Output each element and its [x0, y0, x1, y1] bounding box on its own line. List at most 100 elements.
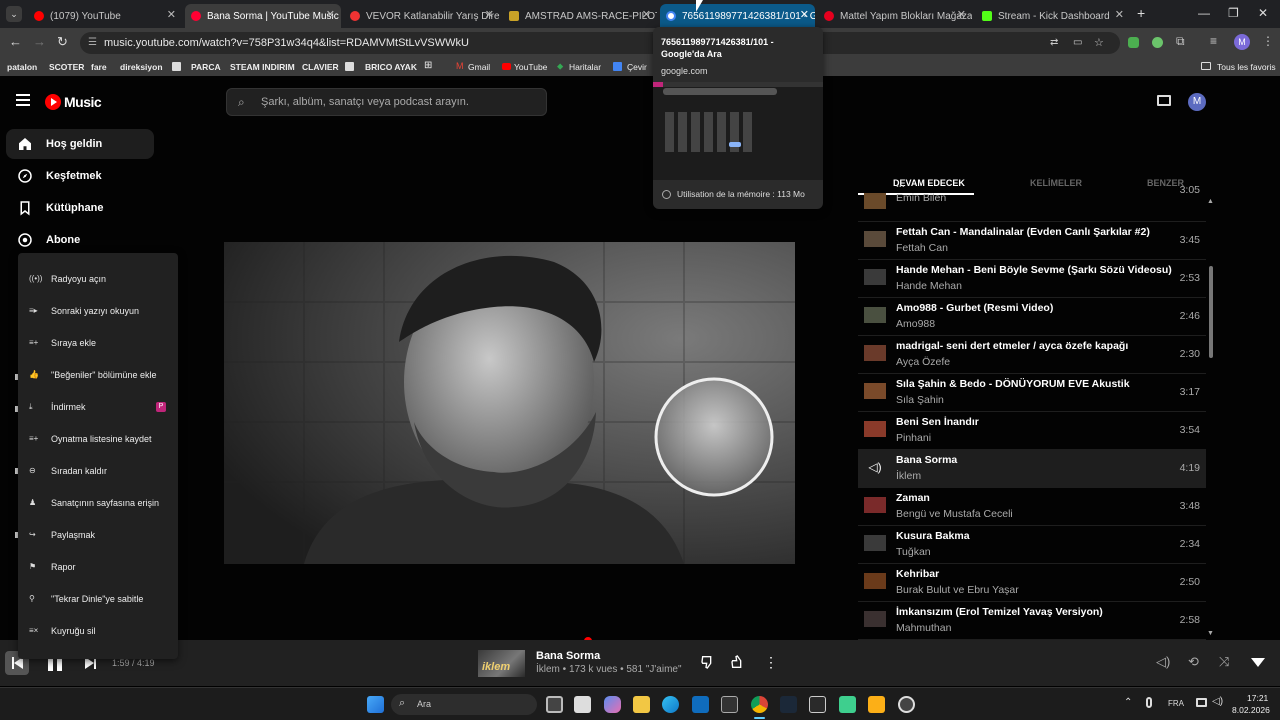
- game-launcher-icon[interactable]: [839, 696, 856, 713]
- queue-item[interactable]: Kusura Bakma Tuğkan 2:34: [858, 526, 1206, 564]
- forward-arrow-icon[interactable]: →: [33, 34, 46, 49]
- close-icon[interactable]: ✕: [485, 8, 494, 21]
- chrome-icon[interactable]: [751, 696, 768, 713]
- nav-item-home[interactable]: Hoş geldin: [6, 129, 154, 159]
- account-avatar[interactable]: M: [1188, 93, 1206, 111]
- browser-tab[interactable]: Stream - Kick Dashboard ✕: [976, 4, 1130, 28]
- dislike-button[interactable]: [700, 654, 716, 675]
- queue-item[interactable]: Amo988 - Gurbet (Resmi Video) Amo988 2:46: [858, 298, 1206, 336]
- bookmark-item[interactable]: direksiyon: [120, 62, 163, 72]
- bookmark-item[interactable]: Çevir: [627, 62, 647, 72]
- more-options-icon[interactable]: ⋮: [764, 654, 778, 671]
- outlook-icon[interactable]: [692, 696, 709, 713]
- menu-item[interactable]: ≡▸ Sonraki yazıyı okuyun: [18, 295, 178, 327]
- close-icon[interactable]: ✕: [326, 8, 335, 21]
- queue-scrollbar[interactable]: [1209, 266, 1213, 358]
- queue-item[interactable]: İmkansızım (Erol Temizel Yavaş Versiyon)…: [858, 602, 1206, 640]
- task-view-icon[interactable]: [546, 696, 563, 713]
- menu-item[interactable]: ((•)) Radyoyu açın: [18, 263, 178, 295]
- menu-item[interactable]: ♟ Sanatçının sayfasına erişin: [18, 487, 178, 519]
- browser-tab[interactable]: AMSTRAD AMS-RACE-PILOT Ü ✕: [503, 4, 657, 28]
- speaker-icon[interactable]: ◁): [1212, 696, 1223, 707]
- restore-icon[interactable]: ❐: [1228, 6, 1239, 20]
- all-bookmarks-link[interactable]: Tous les favoris: [1217, 62, 1276, 72]
- bookmark-item[interactable]: YouTube: [514, 62, 547, 72]
- queue-item[interactable]: Hande Mehan - Beni Böyle Sevme (Şarkı Sö…: [858, 260, 1206, 298]
- queue-item-now-playing[interactable]: ◁) Bana Sorma İklem 4:19: [858, 450, 1206, 488]
- menu-item[interactable]: ⚑ Rapor: [18, 551, 178, 583]
- url-input[interactable]: ☰ music.youtube.com/watch?v=758P31w34q4&…: [80, 32, 1120, 54]
- extension-icon[interactable]: [1152, 37, 1163, 48]
- nav-item-explore[interactable]: Keşfetmek: [6, 161, 154, 191]
- cast-tab-icon[interactable]: ▭: [1073, 32, 1082, 54]
- edge-icon[interactable]: [662, 696, 679, 713]
- menu-item[interactable]: ⤓ İndirmek P: [18, 391, 178, 423]
- queue-item[interactable]: Beni Sen İnandır Pinhani 3:54: [858, 412, 1206, 450]
- bookmark-item[interactable]: fare: [91, 62, 107, 72]
- queue-item[interactable]: ... Emin Bilen 3:05: [858, 178, 1206, 222]
- browser-tab[interactable]: Mattel Yapım Blokları Mağazası ✕: [818, 4, 972, 28]
- queue-item[interactable]: Zaman Bengü ve Mustafa Ceceli 3:48: [858, 488, 1206, 526]
- copilot-icon[interactable]: [604, 696, 621, 713]
- ytmusic-logo[interactable]: Music: [45, 94, 102, 110]
- close-icon[interactable]: ✕: [800, 8, 809, 21]
- hamburger-menu-icon[interactable]: [16, 94, 30, 106]
- store-icon[interactable]: [574, 696, 591, 713]
- bookmark-item[interactable]: SCOTER: [49, 62, 84, 72]
- close-icon[interactable]: ✕: [957, 8, 966, 21]
- rockstar-icon[interactable]: [868, 696, 885, 713]
- extension-icon[interactable]: [1128, 37, 1139, 48]
- close-icon[interactable]: ✕: [1115, 8, 1124, 21]
- queue-item[interactable]: Kehribar Burak Bulut ve Ebru Yaşar 2:50: [858, 564, 1206, 602]
- bookmark-item[interactable]: CLAVIER: [302, 62, 339, 72]
- queue-item[interactable]: Sıla Şahin & Bedo - DÖNÜYORUM EVE Akusti…: [858, 374, 1206, 412]
- browser-tab[interactable]: Bana Sorma | YouTube Music ✕: [185, 4, 341, 28]
- menu-item[interactable]: ≡× Kuyruğu sil: [18, 615, 178, 647]
- bookmark-item[interactable]: PARCA: [191, 62, 221, 72]
- bookmark-item[interactable]: patalon: [7, 62, 37, 72]
- taskbar-search-box[interactable]: ⌕ Ara: [391, 694, 537, 715]
- now-playing-thumbnail[interactable]: iklem: [478, 650, 525, 677]
- network-icon[interactable]: [1196, 698, 1207, 707]
- minimize-icon[interactable]: —: [1198, 6, 1210, 20]
- steam-icon[interactable]: [780, 696, 797, 713]
- like-button[interactable]: [730, 654, 746, 675]
- menu-item[interactable]: ≡+ Sıraya ekle: [18, 327, 178, 359]
- extensions-puzzle-icon[interactable]: ⧉: [1176, 34, 1185, 49]
- menu-item[interactable]: ↪ Paylaşmak: [18, 519, 178, 551]
- now-playing-title[interactable]: Bana Sorma: [536, 650, 600, 662]
- menu-item[interactable]: ≡+ Oynatma listesine kaydet: [18, 423, 178, 455]
- bookmark-item[interactable]: BRICO AYAK: [365, 62, 417, 72]
- back-arrow-icon[interactable]: ←: [9, 34, 22, 49]
- volume-icon[interactable]: ◁): [1156, 654, 1170, 670]
- browser-tab[interactable]: (1079) YouTube ✕: [28, 4, 182, 28]
- close-icon[interactable]: ✕: [642, 8, 651, 21]
- menu-item[interactable]: 👍 "Beğeniler" bölümüne ekle: [18, 359, 178, 391]
- browser-tab[interactable]: 765611989771426381/101 - Goo ✕: [660, 4, 815, 28]
- browser-tab[interactable]: VEVOR Katlanabilir Yarış Direks ✕: [344, 4, 500, 28]
- menu-item[interactable]: ⚲ "Tekrar Dinle"ye sabitle: [18, 583, 178, 615]
- profile-avatar[interactable]: M: [1234, 34, 1250, 50]
- file-explorer-icon[interactable]: [633, 696, 650, 713]
- new-tab-plus-icon[interactable]: +: [1137, 5, 1145, 21]
- tray-overflow-icon[interactable]: ⌃: [1124, 697, 1132, 708]
- queue-item[interactable]: Fettah Can - Mandalinalar (Evden Canlı Ş…: [858, 222, 1206, 260]
- expand-player-icon[interactable]: [1251, 658, 1265, 667]
- close-icon[interactable]: ✕: [167, 8, 176, 21]
- media-control-icon[interactable]: ≡: [1210, 34, 1217, 48]
- microphone-icon[interactable]: [1146, 697, 1152, 708]
- search-input[interactable]: ⌕ Şarkı, albüm, sanatçı veya podcast ara…: [226, 88, 547, 116]
- bookmark-item[interactable]: Haritalar: [569, 62, 601, 72]
- apps-grid-icon[interactable]: ⊞: [424, 60, 432, 71]
- language-indicator[interactable]: FRA: [1168, 699, 1184, 708]
- shuffle-icon[interactable]: ⤨: [1219, 654, 1229, 670]
- queue-item[interactable]: madrigal- seni dert etmeler / ayca özefe…: [858, 336, 1206, 374]
- scroll-up-arrow-icon[interactable]: ▲: [1207, 198, 1214, 205]
- epic-games-icon[interactable]: [809, 696, 826, 713]
- app-icon[interactable]: [898, 696, 915, 713]
- video-player[interactable]: [224, 242, 795, 564]
- clock-date[interactable]: 8.02.2026: [1232, 705, 1270, 715]
- bookmark-star-icon[interactable]: ☆: [1094, 32, 1104, 54]
- scroll-down-arrow-icon[interactable]: ▼: [1207, 630, 1214, 637]
- windows-start-icon[interactable]: [367, 696, 384, 713]
